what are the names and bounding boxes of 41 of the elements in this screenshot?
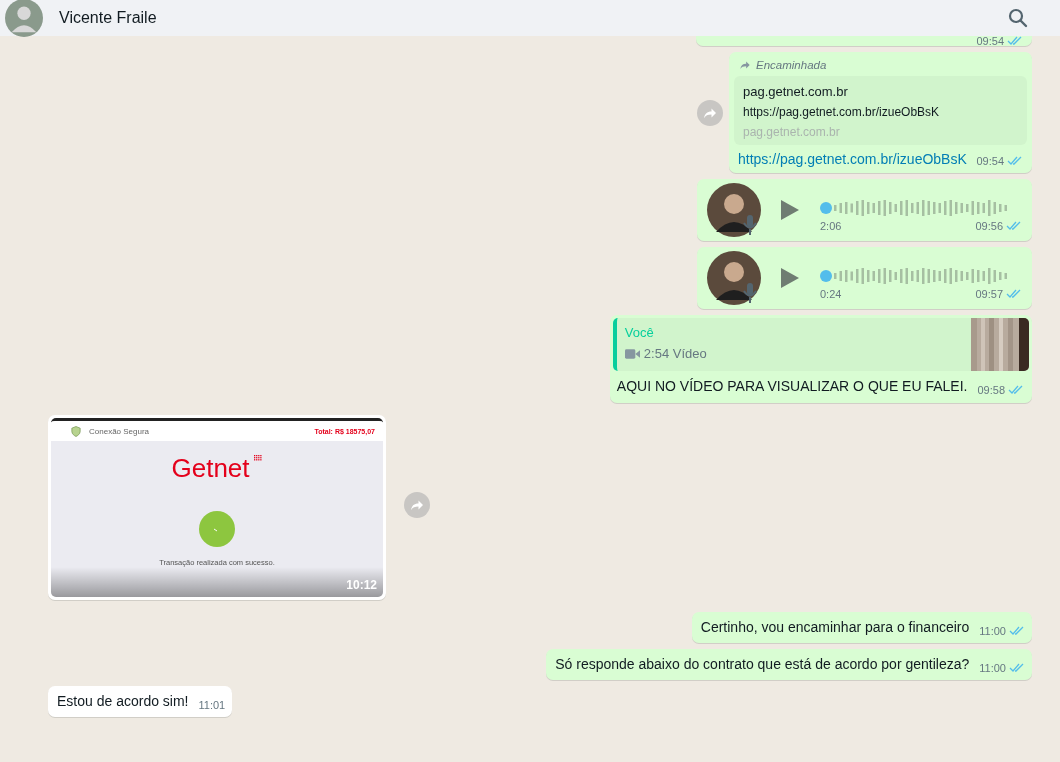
message-time: 09:58 [977,384,1005,396]
quote-media-label: 2:54 Vídeo [643,346,707,361]
message-text: Certinho, vou encaminhar para o financeiro [700,618,970,637]
message-text: Só responde abaixo do contrato que está de acordo por gentileza? [555,655,970,674]
quoted-message[interactable]: Você 2:54 Vídeo [612,318,1029,371]
message-time: 11:00 [979,625,1006,637]
shield-icon [71,424,81,438]
play-button[interactable] [780,267,800,289]
forward-button[interactable] [697,99,723,126]
message-time: 10:12 [346,578,377,592]
quote-author: Você [624,325,655,340]
success-icon [199,511,235,547]
message-text: Estou de acordo sim! [57,692,189,711]
forward-button[interactable] [404,491,430,518]
avatar-icon [706,250,762,306]
avatar-icon[interactable] [5,0,43,37]
secure-connection-label: Conexão Segura [89,426,151,436]
video-camera-icon [624,347,640,360]
link-preview[interactable]: pag.getnet.com.br https://pag.getnet.com.br/izueObBsK pag.getnet.com.br [734,76,1027,145]
preview-url: https://pag.getnet.com.br/izueObBsK [743,105,941,119]
voice-duration: 0:24 [820,288,842,300]
brand-logo: Getnet [171,455,250,481]
preview-domain: pag.getnet.com.br [743,125,841,139]
waveform-drawing[interactable] [820,268,1010,284]
preview-title: pag.getnet.com.br [743,84,849,99]
play-button[interactable] [780,199,800,221]
contact-name[interactable]: Vicente Fraile [59,9,990,27]
avatar-icon [706,182,762,238]
message-link[interactable]: https://pag.getnet.com.br/izueObBsK [738,151,967,167]
message-text: AQUI NO VÍDEO PARA VISUALIZAR O QUE EU FALEI. [616,377,968,396]
message-time: 09:56 [975,220,1003,232]
forwarded-label: Encaminhada [756,59,827,71]
message-time: 09:57 [975,288,1003,300]
message-time: 09:54 [976,36,1004,46]
voice-duration: 2:06 [820,220,842,232]
search-icon[interactable] [1006,6,1030,30]
message-time: 11:00 [979,662,1006,674]
message-time: 11:01 [198,699,226,711]
message-time: 09:54 [976,155,1004,167]
dots-icon [252,455,263,463]
waveform-drawing[interactable] [820,200,1010,216]
